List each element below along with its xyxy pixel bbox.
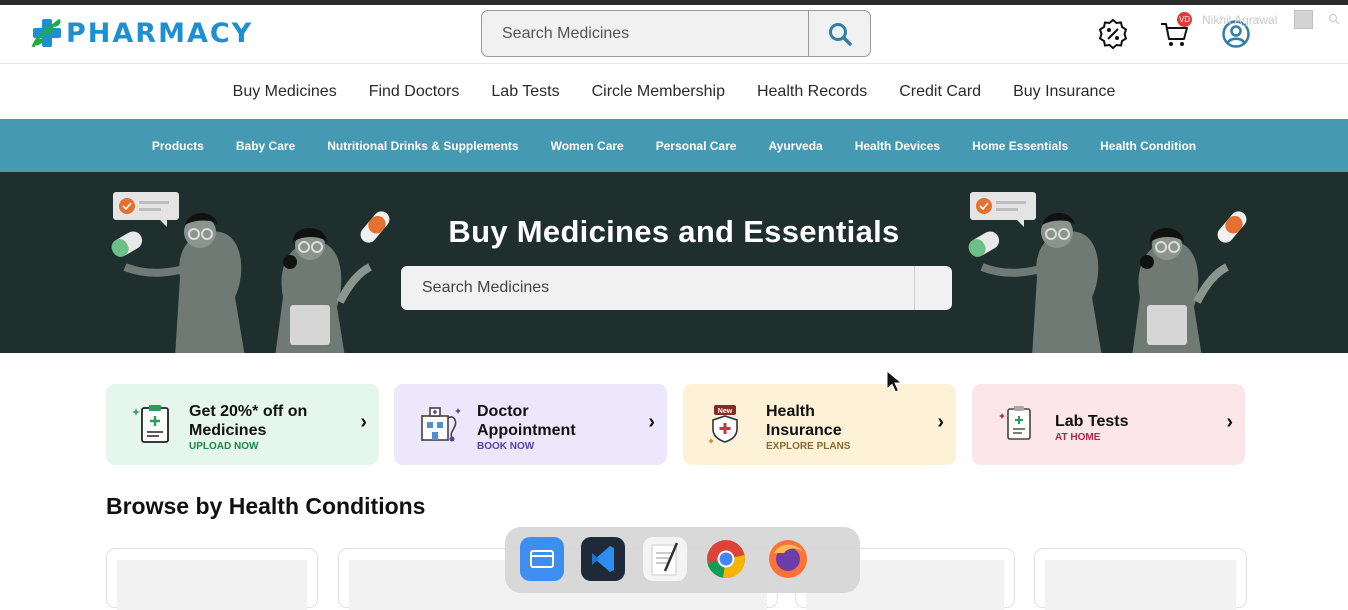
chevron-right-icon: › — [360, 411, 367, 433]
service-title-line2: Insurance — [766, 422, 842, 439]
category-health-condition[interactable]: Health Condition — [1084, 139, 1212, 153]
lab-report-icon — [999, 406, 1031, 440]
service-title-line2: Medicines — [189, 422, 267, 439]
insurance-new-badge: New — [718, 408, 733, 415]
category-home-essentials[interactable]: Home Essentials — [956, 139, 1084, 153]
service-card-upload-prescription[interactable]: Get 20%* off on Medicines UPLOAD NOW › — [106, 384, 379, 465]
cart-count-badge: VD — [1177, 12, 1192, 27]
prescription-clipboard-icon — [132, 405, 169, 443]
offers-button[interactable] — [1096, 17, 1130, 51]
category-personal-care[interactable]: Personal Care — [640, 139, 753, 153]
health-condition-card[interactable] — [106, 548, 318, 610]
category-health-devices[interactable]: Health Devices — [839, 139, 956, 153]
hero-search: Search Medicines — [401, 266, 952, 310]
search-icon — [828, 22, 852, 46]
system-username: Nikhil Agrawal — [1202, 13, 1278, 27]
card-image-placeholder — [117, 560, 307, 610]
service-subtitle: UPLOAD NOW — [189, 441, 259, 452]
logo-text: PHARMACY — [66, 17, 254, 49]
vscode-app-icon[interactable] — [581, 537, 625, 581]
category-products[interactable]: Products — [136, 139, 220, 153]
hero-title: Buy Medicines and Essentials — [448, 214, 900, 249]
insurance-shield-icon: New — [708, 405, 738, 444]
clinic-stethoscope-icon — [421, 407, 461, 442]
chrome-app-icon[interactable] — [704, 537, 748, 581]
nav-credit-card[interactable]: Credit Card — [883, 83, 997, 101]
doctors-illustration-right — [968, 192, 1247, 353]
nav-circle-membership[interactable]: Circle Membership — [576, 83, 741, 101]
doctors-illustration-left — [111, 192, 390, 353]
service-card-doctor-appointment[interactable]: Doctor Appointment BOOK NOW › — [394, 384, 667, 465]
hero-banner: Buy Medicines and Essentials Search Medi… — [0, 172, 1348, 353]
health-condition-card[interactable] — [1034, 548, 1247, 610]
header-search-input[interactable]: Search Medicines — [482, 11, 808, 56]
discount-badge-icon — [1098, 18, 1128, 50]
site-header: PHARMACY Search Medicines VD Nikhil Agra… — [0, 5, 1348, 64]
site-logo[interactable]: PHARMACY — [30, 16, 253, 50]
nav-health-records[interactable]: Health Records — [741, 83, 883, 101]
service-subtitle: AT HOME — [1055, 432, 1101, 443]
category-ayurveda[interactable]: Ayurveda — [752, 139, 838, 153]
files-app-icon[interactable] — [520, 537, 564, 581]
service-title-line1: Lab Tests — [1055, 413, 1129, 430]
category-women-care[interactable]: Women Care — [535, 139, 640, 153]
firefox-app-icon[interactable] — [766, 537, 810, 581]
nav-buy-insurance[interactable]: Buy Insurance — [997, 83, 1131, 101]
service-card-health-insurance[interactable]: New Health Insurance EXPLORE PLANS › — [683, 384, 956, 465]
hero-search-button[interactable] — [914, 266, 952, 310]
chevron-right-icon: › — [648, 411, 655, 433]
service-subtitle: EXPLORE PLANS — [766, 441, 851, 452]
category-baby-care[interactable]: Baby Care — [220, 139, 311, 153]
chevron-right-icon: › — [937, 411, 944, 433]
system-avatar[interactable] — [1294, 10, 1313, 29]
nav-buy-medicines[interactable]: Buy Medicines — [217, 83, 353, 101]
service-title-line1: Get 20%* off on — [189, 403, 308, 420]
nav-find-doctors[interactable]: Find Doctors — [353, 83, 476, 101]
header-search: Search Medicines — [481, 10, 871, 57]
service-card-lab-tests[interactable]: Lab Tests AT HOME › — [972, 384, 1245, 465]
cart-button[interactable]: VD — [1157, 12, 1192, 51]
hero-search-input[interactable]: Search Medicines — [401, 266, 914, 310]
chevron-right-icon: › — [1226, 411, 1233, 433]
service-title-line1: Doctor — [477, 403, 529, 420]
service-title-line2: Appointment — [477, 422, 576, 439]
app-dock — [505, 527, 860, 593]
main-nav: Buy Medicines Find Doctors Lab Tests Cir… — [0, 65, 1348, 119]
service-subtitle: BOOK NOW — [477, 441, 535, 452]
category-nutritional-drinks[interactable]: Nutritional Drinks & Supplements — [311, 139, 534, 153]
section-title: Browse by Health Conditions — [106, 493, 426, 519]
mouse-cursor-icon — [886, 370, 903, 393]
card-image-placeholder — [1045, 560, 1236, 610]
system-search-icon[interactable] — [1328, 12, 1340, 30]
nav-lab-tests[interactable]: Lab Tests — [475, 83, 575, 101]
text-editor-app-icon[interactable] — [643, 537, 687, 581]
category-bar: Products Baby Care Nutritional Drinks & … — [0, 119, 1348, 172]
service-title-line1: Health — [766, 403, 815, 420]
pharmacy-cross-icon — [30, 16, 64, 50]
header-search-button[interactable] — [808, 11, 870, 56]
